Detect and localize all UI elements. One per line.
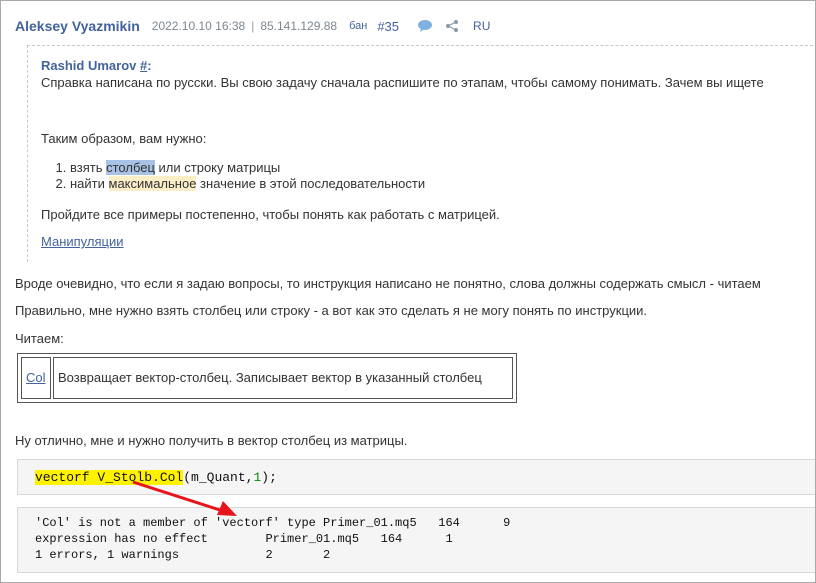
- col-link[interactable]: Col: [21, 357, 51, 399]
- author-name[interactable]: Aleksey Vyazmikin: [15, 18, 140, 34]
- list-item: найти максимальное значение в этой после…: [70, 176, 425, 192]
- code-line: vectorf V_Stolb.Col(m_Quant,1);: [35, 470, 277, 485]
- quote-line-2: Таким образом, вам нужно:: [41, 131, 207, 146]
- post-datetime: 2022.10.10 16:38: [151, 19, 246, 33]
- share-icon[interactable]: [445, 19, 459, 33]
- list-item: взять столбец или строку матрицы: [70, 160, 425, 176]
- code-highlight: vectorf V_Stolb.Col: [35, 470, 184, 485]
- quote-block: Rashid Umarov #: Справка написана по рус…: [27, 45, 815, 262]
- forum-post-frame: Aleksey Vyazmikin 2022.10.10 16:38 | 85.…: [0, 0, 816, 583]
- post-header: Aleksey Vyazmikin 2022.10.10 16:38 | 85.…: [15, 15, 490, 37]
- quote-list: взять столбец или строку матрицы найти м…: [52, 160, 425, 192]
- col-description: Возвращает вектор-столбец. Записывает ве…: [53, 357, 513, 399]
- quote-author: Rashid Umarov #:: [41, 58, 152, 73]
- error-line: 'Col' is not a member of 'vectorf' type …: [35, 516, 511, 530]
- post-ip: 85.141.129.88: [260, 19, 338, 33]
- ban-link[interactable]: бан: [349, 20, 367, 32]
- post-number-link[interactable]: #35: [377, 19, 399, 34]
- summary-line: 1 errors, 1 warnings 2 2: [35, 548, 331, 562]
- error-output-block: 'Col' is not a member of 'vectorf' type …: [17, 507, 815, 573]
- quote-colon: :: [147, 58, 152, 73]
- post-paragraph-3: Читаем:: [15, 331, 64, 346]
- highlight-stolbec: столбец: [106, 160, 155, 175]
- highlight-maximalnoe: максимальное: [108, 176, 197, 191]
- meta-separator: |: [251, 19, 255, 33]
- manipulations-link[interactable]: Манипуляции: [41, 234, 124, 249]
- comment-icon[interactable]: [417, 19, 433, 33]
- warning-line: expression has no effect Primer_01.mq5 1…: [35, 532, 453, 546]
- quote-author-name[interactable]: Rashid Umarov: [41, 58, 136, 73]
- post-paragraph-2: Правильно, мне нужно взять столбец или с…: [15, 303, 648, 318]
- quote-line-1: Справка написана по русски. Вы свою зада…: [41, 75, 764, 90]
- quote-line-3: Пройдите все примеры постепенно, чтобы п…: [41, 207, 500, 222]
- language-link[interactable]: RU: [473, 19, 490, 33]
- post-paragraph-4: Ну отлично, мне и нужно получить в векто…: [15, 433, 408, 448]
- post-paragraph-1: Вроде очевидно, что если я задаю вопросы…: [15, 276, 761, 291]
- doc-table: Col Возвращает вектор-столбец. Записывае…: [17, 353, 517, 403]
- code-block: vectorf V_Stolb.Col(m_Quant,1);: [17, 459, 815, 495]
